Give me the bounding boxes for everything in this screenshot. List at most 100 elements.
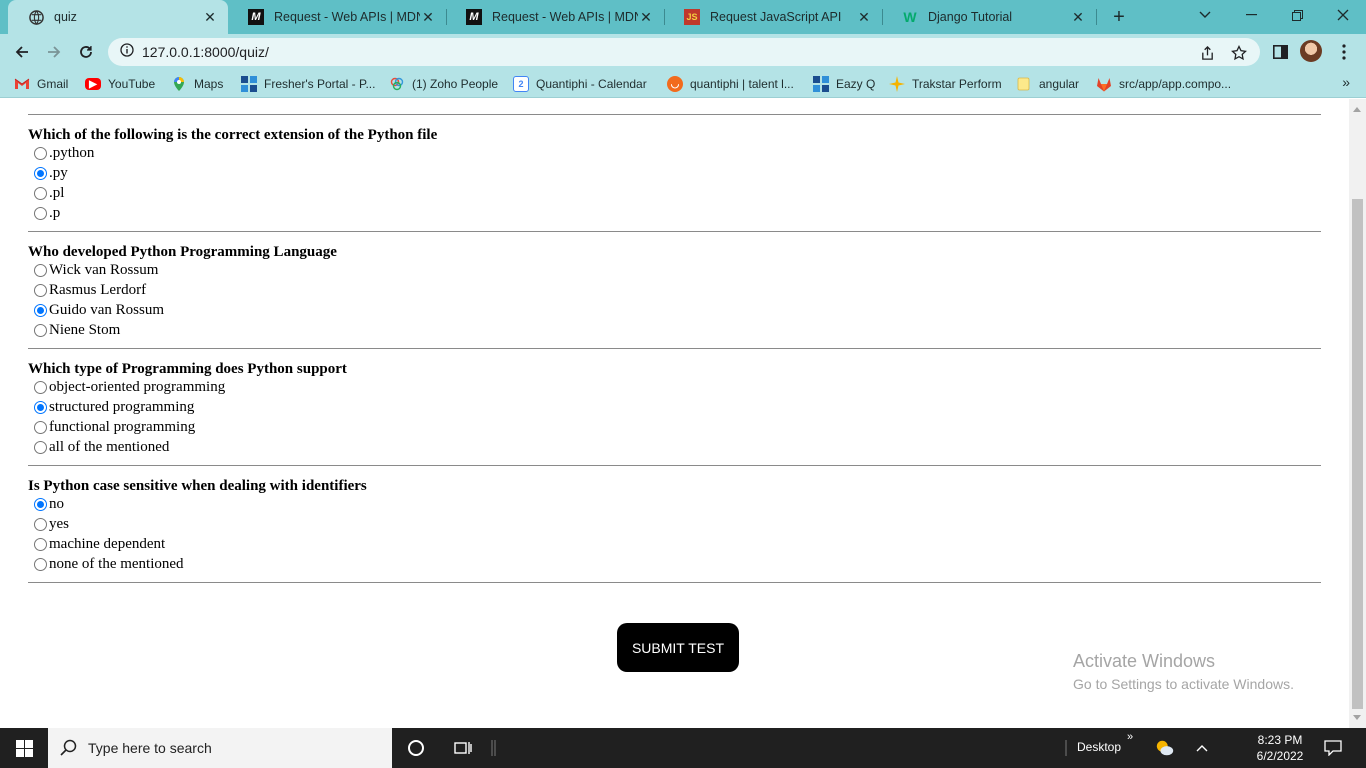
answer-option[interactable]: Niene Stom bbox=[28, 320, 1321, 340]
answer-option[interactable]: no bbox=[28, 494, 1321, 514]
share-icon[interactable] bbox=[1198, 44, 1216, 62]
minimize-button[interactable] bbox=[1228, 0, 1274, 30]
zoho-icon bbox=[389, 76, 405, 92]
more-bookmarks-icon[interactable]: » bbox=[1342, 74, 1350, 90]
close-icon[interactable]: ✕ bbox=[420, 9, 436, 26]
bookmark-freshers-portal[interactable]: Fresher's Portal - P... bbox=[241, 75, 375, 93]
bookmark-label: YouTube bbox=[108, 77, 156, 91]
desktop-toolbar-label[interactable]: Desktop bbox=[1077, 740, 1121, 754]
radio-button[interactable] bbox=[34, 440, 47, 454]
tab-title: Django Tutorial bbox=[928, 10, 1013, 24]
answer-option[interactable]: Rasmus Lerdorf bbox=[28, 280, 1321, 300]
reload-button[interactable] bbox=[75, 41, 97, 63]
option-label: structured programming bbox=[49, 399, 195, 415]
quiz-question: Which type of Programming does Python su… bbox=[28, 349, 1321, 465]
address-bar[interactable]: 127.0.0.1:8000/quiz/ bbox=[108, 38, 1260, 66]
tab-mdn-2[interactable]: M Request - Web APIs | MDN ✕ bbox=[446, 0, 664, 34]
info-icon[interactable] bbox=[120, 42, 134, 62]
profile-avatar[interactable] bbox=[1300, 40, 1322, 62]
bookmark-label: src/app/app.compo... bbox=[1119, 77, 1232, 91]
radio-button[interactable] bbox=[34, 303, 47, 317]
start-button[interactable] bbox=[0, 728, 48, 768]
back-button[interactable] bbox=[11, 41, 33, 63]
taskbar-search-box[interactable]: Type here to search bbox=[48, 728, 392, 768]
restore-button[interactable] bbox=[1274, 0, 1320, 30]
radio-button[interactable] bbox=[34, 186, 47, 200]
answer-option[interactable]: machine dependent bbox=[28, 534, 1321, 554]
option-label: no bbox=[49, 496, 64, 512]
tab-search-icon[interactable] bbox=[1182, 0, 1228, 30]
radio-button[interactable] bbox=[34, 557, 47, 571]
radio-button[interactable] bbox=[34, 537, 47, 551]
radio-button[interactable] bbox=[34, 400, 47, 414]
bookmark-quantiphi-talent[interactable]: ◡ quantiphi | talent l... bbox=[667, 75, 794, 93]
close-icon[interactable]: ✕ bbox=[856, 9, 872, 26]
forward-button[interactable] bbox=[43, 41, 65, 63]
answer-option[interactable]: .python bbox=[28, 143, 1321, 163]
bookmark-star-icon[interactable] bbox=[1230, 44, 1248, 62]
answer-option[interactable]: Wick van Rossum bbox=[28, 260, 1321, 280]
close-icon[interactable]: ✕ bbox=[638, 9, 654, 26]
radio-button[interactable] bbox=[34, 263, 47, 277]
bookmark-gitlab[interactable]: src/app/app.compo... bbox=[1096, 75, 1231, 93]
close-window-button[interactable] bbox=[1320, 0, 1366, 30]
tab-django[interactable]: W Django Tutorial ✕ bbox=[882, 0, 1096, 34]
answer-option[interactable]: .p bbox=[28, 203, 1321, 223]
bookmark-angular[interactable]: angular bbox=[1016, 75, 1079, 93]
taskbar-clock[interactable]: 8:23 PM 6/2/2022 bbox=[1250, 732, 1310, 764]
bookmark-youtube[interactable]: ▶ YouTube bbox=[85, 75, 155, 93]
answer-option[interactable]: functional programming bbox=[28, 417, 1321, 437]
radio-button[interactable] bbox=[34, 517, 47, 531]
side-panel-icon[interactable] bbox=[1269, 41, 1291, 63]
scroll-thumb[interactable] bbox=[1352, 199, 1363, 709]
bookmarks-bar: Gmail ▶ YouTube Maps Fresher's Portal - … bbox=[0, 70, 1366, 98]
folder-icon bbox=[1016, 76, 1032, 92]
page-scrollbar[interactable] bbox=[1349, 99, 1366, 728]
option-label: .py bbox=[49, 165, 68, 181]
answer-option[interactable]: yes bbox=[28, 514, 1321, 534]
submit-test-button[interactable]: SUBMIT TEST bbox=[617, 623, 739, 672]
answer-option[interactable]: Guido van Rossum bbox=[28, 300, 1321, 320]
watermark-title: Activate Windows bbox=[1073, 651, 1216, 671]
radio-button[interactable] bbox=[34, 146, 47, 160]
radio-button[interactable] bbox=[34, 497, 47, 511]
scroll-up-arrow[interactable] bbox=[1353, 107, 1361, 112]
bookmark-quantiphi-calendar[interactable]: 2 Quantiphi - Calendar bbox=[513, 75, 647, 93]
bookmark-maps[interactable]: Maps bbox=[171, 75, 223, 93]
tab-quiz[interactable]: quiz ✕ bbox=[8, 0, 228, 34]
weather-icon[interactable] bbox=[1155, 738, 1175, 758]
radio-button[interactable] bbox=[34, 323, 47, 337]
radio-button[interactable] bbox=[34, 283, 47, 297]
new-tab-button[interactable]: + bbox=[1108, 6, 1130, 28]
activate-windows-watermark: Activate Windows Go to Settings to activ… bbox=[1073, 651, 1294, 692]
bookmark-gmail[interactable]: Gmail bbox=[14, 75, 68, 93]
tab-request-js[interactable]: JS Request JavaScript API ✕ bbox=[664, 0, 882, 34]
close-icon[interactable]: ✕ bbox=[202, 9, 218, 26]
option-label: functional programming bbox=[49, 419, 196, 435]
chevron-up-icon[interactable] bbox=[1192, 738, 1212, 758]
bookmark-zoho-people[interactable]: (1) Zoho People bbox=[389, 75, 498, 93]
answer-option[interactable]: .py bbox=[28, 163, 1321, 183]
answer-option[interactable]: none of the mentioned bbox=[28, 554, 1321, 574]
notifications-icon[interactable] bbox=[1323, 738, 1343, 758]
chevron-right-icon[interactable]: » bbox=[1127, 731, 1133, 743]
answer-option[interactable]: .pl bbox=[28, 183, 1321, 203]
bookmark-trakstar[interactable]: Trakstar Perform bbox=[889, 75, 1002, 93]
task-view-icon[interactable] bbox=[453, 738, 473, 758]
radio-button[interactable] bbox=[34, 380, 47, 394]
cortana-icon[interactable] bbox=[406, 738, 426, 758]
scroll-down-arrow[interactable] bbox=[1353, 715, 1361, 720]
tab-mdn-1[interactable]: M Request - Web APIs | MDN ✕ bbox=[228, 0, 446, 34]
answer-option[interactable]: structured programming bbox=[28, 397, 1321, 417]
taskbar-divider bbox=[490, 738, 498, 758]
bookmark-eazy-q[interactable]: Eazy Q bbox=[813, 75, 875, 93]
menu-icon[interactable] bbox=[1333, 41, 1355, 63]
mdn-icon: M bbox=[466, 9, 482, 25]
taskbar-divider bbox=[1064, 738, 1068, 758]
close-icon[interactable]: ✕ bbox=[1070, 9, 1086, 26]
answer-option[interactable]: object-oriented programming bbox=[28, 377, 1321, 397]
radio-button[interactable] bbox=[34, 206, 47, 220]
radio-button[interactable] bbox=[34, 166, 47, 180]
radio-button[interactable] bbox=[34, 420, 47, 434]
answer-option[interactable]: all of the mentioned bbox=[28, 437, 1321, 457]
